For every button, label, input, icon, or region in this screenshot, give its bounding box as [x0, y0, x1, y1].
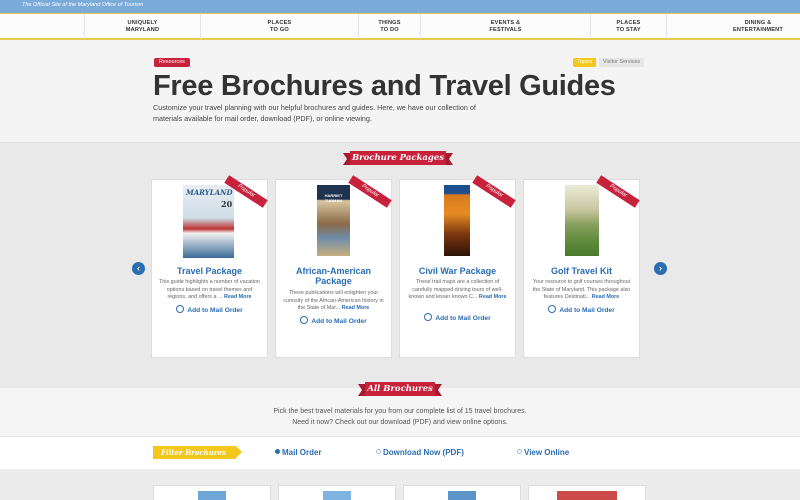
card-description: These publications will enlighten your c…: [283, 290, 384, 311]
read-more-link[interactable]: Read More: [592, 294, 620, 300]
package-card-civil-war[interactable]: Popular Civil War Package These trail ma…: [399, 175, 516, 358]
add-to-mail-order[interactable]: Add to Mail Order: [400, 313, 515, 322]
page-intro: Customize your travel planning with our …: [153, 103, 476, 123]
card-description: These trail maps are a collection of car…: [408, 279, 507, 300]
add-to-mail-order[interactable]: Add to Mail Order: [152, 305, 267, 314]
filter-brochures-label: Filter Brochures: [153, 446, 242, 459]
package-card-travel[interactable]: MARYLAND 20 Popular Travel Package This …: [151, 175, 268, 358]
filter-mail-order[interactable]: Mail Order: [275, 448, 322, 457]
filter-download-pdf[interactable]: Download Now (PDF): [376, 448, 464, 457]
golf-kit-cover: [565, 185, 599, 256]
read-more-link[interactable]: Read More: [224, 294, 252, 300]
brochure-thumb[interactable]: [403, 485, 521, 500]
card-title[interactable]: Golf Travel Kit: [528, 266, 635, 276]
radio-selected-icon: [275, 449, 280, 454]
brochure-grid: [0, 469, 800, 500]
topics-label: Topics: [573, 58, 597, 67]
brochure-packages-heading: Brochure Packages: [343, 151, 453, 165]
top-bar: The Official Site of the Maryland Office…: [0, 0, 800, 13]
brochure-thumb[interactable]: [153, 485, 271, 500]
topic-visitor-services[interactable]: Visitor Services: [599, 58, 645, 67]
read-more-link[interactable]: Read More: [479, 294, 507, 300]
brochure-thumb[interactable]: [278, 485, 396, 500]
brochure-thumb[interactable]: [528, 485, 646, 500]
page-title: Free Brochures and Travel Guides: [153, 70, 616, 102]
radio-circle-icon: [424, 313, 433, 321]
radio-circle-icon: [300, 316, 309, 324]
carousel-next-button[interactable]: ›: [654, 262, 667, 275]
all-brochures-intro: Pick the best travel materials for you f…: [273, 408, 527, 426]
african-american-package-cover: HARRIET TUBMAN: [317, 185, 350, 256]
popular-badge: Popular: [472, 175, 516, 208]
popular-badge: Popular: [348, 175, 392, 208]
radio-icon: [376, 449, 381, 454]
site-tagline: The Official Site of the Maryland Office…: [22, 2, 144, 8]
card-title[interactable]: Travel Package: [156, 266, 263, 276]
radio-icon: [517, 449, 522, 454]
main-nav: UNIQUELY MARYLAND PLACES TO GO THINGS TO…: [0, 13, 800, 40]
card-description: Your resource to golf courses throughout…: [532, 279, 631, 300]
travel-package-cover: MARYLAND 20: [183, 185, 234, 258]
carousel-prev-button[interactable]: ‹: [132, 262, 145, 275]
read-more-link[interactable]: Read More: [342, 305, 370, 311]
card-description: This guide highlights a number of vacati…: [159, 279, 260, 300]
package-card-golf[interactable]: Popular Golf Travel Kit Your resource to…: [523, 175, 640, 358]
breadcrumb-resources[interactable]: Resources: [154, 58, 190, 67]
add-to-mail-order[interactable]: Add to Mail Order: [276, 316, 391, 325]
card-title[interactable]: Civil War Package: [404, 266, 511, 276]
popular-badge: Popular: [596, 175, 640, 208]
nav-item-places-to-stay[interactable]: PLACES TO STAY: [590, 14, 666, 39]
package-card-african-american[interactable]: HARRIET TUBMAN Popular African-American …: [275, 175, 392, 358]
civil-war-package-cover: [444, 185, 470, 256]
nav-item-uniquely-maryland[interactable]: UNIQUELY MARYLAND: [84, 14, 200, 39]
card-title[interactable]: African-American Package: [280, 266, 387, 286]
nav-item-things-to-do[interactable]: THINGS TO DO: [358, 14, 420, 39]
all-brochures-heading: All Brochures: [358, 382, 442, 396]
nav-item-events-festivals[interactable]: EVENTS & FESTIVALS: [420, 14, 590, 39]
arrow-right-icon: ›: [659, 263, 662, 273]
radio-circle-icon: [548, 305, 557, 313]
filter-view-online[interactable]: View Online: [517, 448, 569, 457]
nav-item-places-to-go[interactable]: PLACES TO GO: [200, 14, 358, 39]
arrow-left-icon: ‹: [137, 263, 140, 273]
radio-circle-icon: [176, 305, 185, 313]
add-to-mail-order[interactable]: Add to Mail Order: [524, 305, 639, 314]
nav-item-dining-entertainment[interactable]: DINING & ENTERTAINMENT: [666, 14, 800, 39]
